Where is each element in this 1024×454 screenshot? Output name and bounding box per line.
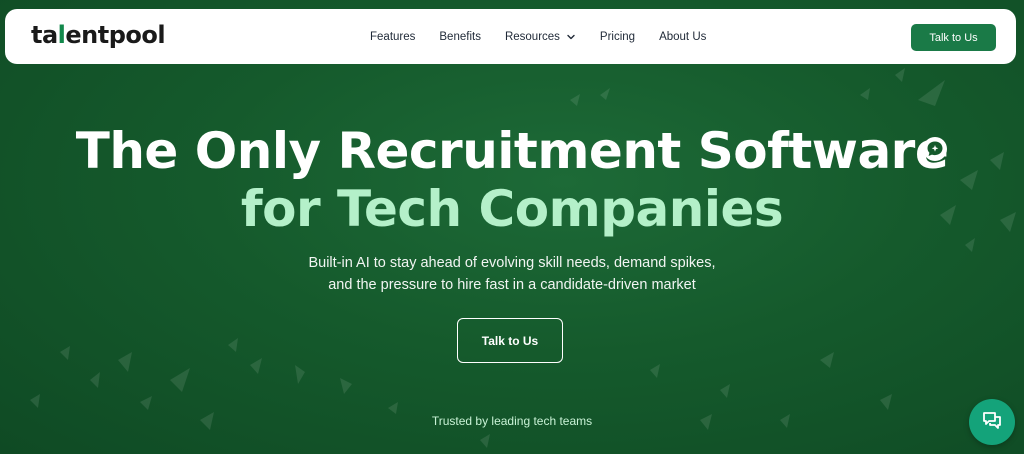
top-navbar: ta l entpool Features Benefits Resources P… [5,9,1016,64]
nav-link-label: Features [370,30,416,43]
nav-link-resources[interactable]: Resources [505,31,576,43]
chat-bubbles-icon [980,408,1004,437]
hero-subtitle-line1: Built-in AI to stay ahead of evolving sk… [308,255,716,271]
nav-link-about-us[interactable]: About Us [659,31,706,43]
nav-link-features[interactable]: Features [370,31,415,43]
hero-subtitle: Built-in AI to stay ahead of evolving sk… [0,252,1024,296]
logo-text-start: ta [31,21,58,49]
hero-title-line1: The Only Recruitment Software [75,122,949,180]
nav-link-label: Benefits [439,30,481,43]
hero-title: The Only Recruitment Software for Tech C… [0,122,1024,238]
nav-links: Features Benefits Resources Pricing Abou… [370,9,730,64]
hero-title-line2: for Tech Companies [240,180,784,238]
trusted-by-text: Trusted by leading tech teams [431,414,593,428]
hero-subtitle-line2: and the pressure to hire fast in a candi… [328,277,696,293]
hero-talk-to-us-button[interactable]: Talk to Us [457,318,563,363]
logo-text-end: entpool [65,21,166,49]
chat-widget-button[interactable] [969,399,1015,445]
talentpool-logo[interactable]: ta l entpool [31,21,166,49]
nav-link-label: About Us [659,30,707,43]
nav-talk-to-us-button[interactable]: Talk to Us [911,24,996,51]
nav-link-benefits[interactable]: Benefits [439,31,481,43]
sparkle-chat-icon [923,137,947,161]
chevron-down-icon [566,32,576,42]
nav-link-pricing[interactable]: Pricing [600,31,635,43]
logo-text-accent: l [57,21,66,49]
nav-link-label: Resources [504,30,560,43]
nav-link-label: Pricing [599,30,636,43]
